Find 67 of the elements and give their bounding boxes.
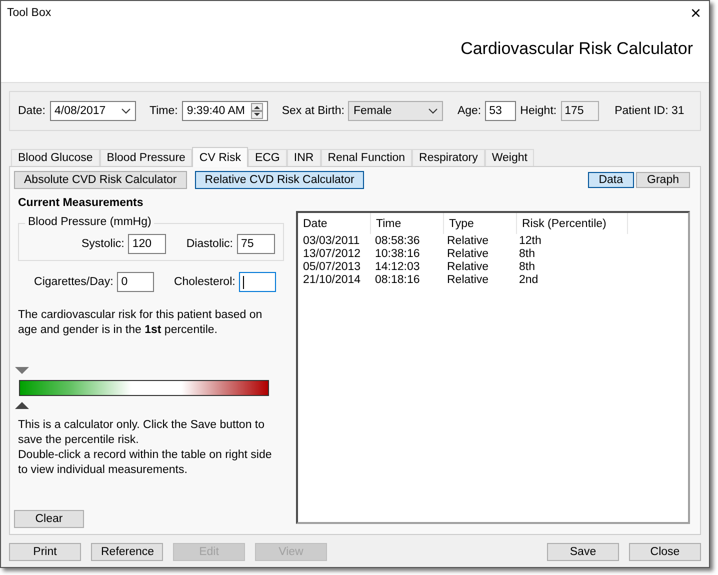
input-field[interactable] (239, 272, 276, 292)
table-cell-text: 13/07/2012 (302, 247, 362, 260)
tab[interactable]: Renal Function (320, 149, 412, 166)
patient-id: Patient ID: 31 (614, 105, 684, 117)
field-label: Date: (18, 105, 46, 117)
chevron-down-icon (428, 108, 438, 114)
field-label: Age: (457, 105, 482, 117)
field-label: Systolic: (82, 238, 124, 250)
table-cell-text: 14:12:03 (374, 260, 421, 273)
table-cell-text: 8th (518, 260, 536, 273)
table-cell-text: 2nd (518, 273, 540, 286)
table-cell-text: 08:18:16 (374, 273, 421, 286)
column-header[interactable]: Risk (Percentile) (517, 213, 628, 234)
note-text: Double-click a record within the table on right side to view individual measurements. (18, 448, 273, 478)
date-picker[interactable]: 4/08/2017 (50, 101, 136, 121)
height-field: 175 (560, 101, 599, 121)
calculator-button[interactable]: Absolute CVD Risk Calculator (14, 171, 187, 189)
display-mode-tab[interactable]: Data (588, 172, 634, 188)
display-mode-tab[interactable]: Graph (636, 172, 690, 188)
table-cell-text: Relative (446, 260, 490, 273)
note-text: This is a calculator only. Click the Save button to save the percentile risk. (18, 418, 266, 448)
input-field[interactable]: 75 (237, 234, 275, 254)
calculator-button[interactable]: Relative CVD Risk Calculator (194, 171, 364, 189)
table-cell-text: 10:38:16 (374, 247, 421, 260)
table-cell-text: 03/03/2011 (302, 234, 361, 247)
age-field[interactable]: 53 (485, 101, 516, 121)
field-label: Sex at Birth: (282, 105, 344, 117)
chevron-down-icon (120, 108, 130, 114)
footer-button[interactable]: Reference (91, 543, 163, 561)
input-field[interactable]: 0 (117, 272, 154, 292)
spinner-icon (250, 103, 263, 119)
table-cell-text: 12th (518, 234, 542, 247)
table-cell-text: 05/07/2013 (302, 260, 362, 273)
column-header[interactable]: Type (444, 213, 517, 234)
window-title: Tool Box (7, 7, 52, 19)
sex-dropdown[interactable]: Female (348, 101, 444, 121)
section-title: Current Measurements (18, 197, 144, 209)
table-cell-text: 8th (518, 247, 536, 260)
close-button[interactable]: × (690, 4, 701, 22)
table-cell-text: Relative (446, 273, 490, 286)
table-cell-text: 08:58:36 (374, 234, 421, 247)
page-title: Cardiovascular Risk Calculator (460, 39, 693, 59)
time-field[interactable]: 9:39:40 AM (182, 101, 268, 121)
table-cell-text: Relative (446, 247, 490, 260)
field-label: Cigarettes/Day: (34, 276, 114, 288)
tab[interactable]: ECG (248, 149, 287, 166)
tab[interactable]: Blood Glucose (11, 149, 100, 166)
footer-button[interactable]: Save (547, 543, 619, 561)
table-cell-text: 21/10/2014 (302, 273, 362, 286)
field-label: Diastolic: (186, 238, 233, 250)
tab[interactable]: INR (286, 149, 321, 166)
field-label: Height: (520, 105, 557, 117)
footer-button[interactable]: Close (629, 543, 701, 561)
tab[interactable]: CV Risk (192, 147, 248, 167)
column-header[interactable]: Date (298, 213, 371, 234)
tab[interactable]: Respiratory (412, 149, 485, 166)
field-label: Cholesterol: (174, 276, 236, 288)
field-label: Time: (150, 105, 178, 117)
risk-text: The cardiovascular risk for this patient based on age and gender is in the 1st percentile. (18, 308, 264, 338)
clear-button[interactable]: Clear (14, 510, 84, 528)
tab[interactable]: Weight (484, 149, 534, 166)
column-header[interactable]: Time (371, 213, 444, 234)
input-field[interactable]: 120 (128, 234, 166, 254)
group-label: Blood Pressure (mmHg) (25, 216, 154, 228)
footer-button[interactable]: Print (9, 543, 81, 561)
table-cell-text: Relative (446, 234, 490, 247)
tab[interactable]: Blood Pressure (100, 149, 192, 166)
